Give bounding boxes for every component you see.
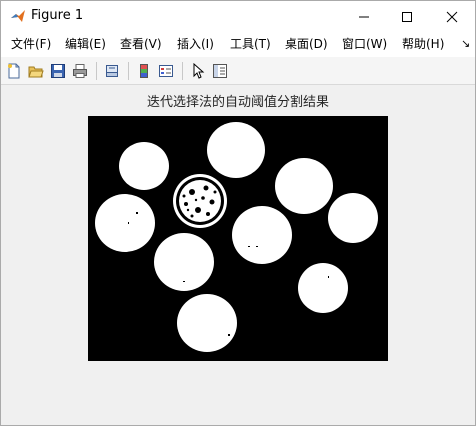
insert-legend-button[interactable] [156, 61, 176, 81]
save-icon [51, 64, 65, 78]
menu-edit[interactable]: 编辑(E) [65, 37, 106, 52]
menu-desktop[interactable]: 桌面(D) [285, 37, 328, 52]
property-inspector-icon [213, 64, 227, 78]
toolbar [1, 57, 475, 85]
toolbar-separator [182, 62, 183, 80]
maximize-icon [401, 11, 412, 22]
link-axes-button[interactable] [102, 61, 122, 81]
insert-colorbar-button[interactable] [134, 61, 154, 81]
window-title: Figure 1 [31, 8, 84, 23]
coin-blob [154, 233, 214, 291]
new-figure-button[interactable] [4, 61, 24, 81]
menu-tools[interactable]: 工具(T) [230, 37, 271, 52]
toolbar-separator [96, 62, 97, 80]
menu-overflow-icon[interactable]: ↘ [461, 37, 470, 50]
menu-file[interactable]: 文件(F) [11, 37, 51, 52]
figure-title: 迭代选择法的自动阈值分割结果 [146, 95, 329, 110]
print-button[interactable] [70, 61, 90, 81]
coin-blob [119, 142, 169, 190]
minimize-icon [358, 16, 369, 17]
segmented-image [88, 116, 388, 361]
matlab-logo-icon [11, 10, 25, 22]
coin-blob [328, 193, 378, 243]
minimize-button[interactable] [341, 1, 386, 32]
menu-window[interactable]: 窗口(W) [342, 37, 387, 52]
close-button[interactable] [429, 1, 474, 32]
open-file-icon [28, 66, 44, 78]
insert-colorbar-icon [140, 64, 148, 78]
coin-blob [95, 194, 155, 252]
link-axes-icon [106, 65, 118, 77]
toolbar-separator [128, 62, 129, 80]
figure-window: Figure 1 文件(F) 编辑(E) 查看(V) 插入(I) 工具(T) 桌… [0, 0, 476, 426]
coin-blob [275, 158, 333, 214]
open-file-button[interactable] [26, 61, 46, 81]
coin-blob [177, 294, 237, 352]
title-bar[interactable]: Figure 1 [1, 1, 475, 32]
menu-help[interactable]: 帮助(H) [402, 37, 444, 52]
menu-insert[interactable]: 插入(I) [177, 37, 214, 52]
edit-plot-button[interactable] [188, 61, 208, 81]
partial-ring-blob [173, 174, 227, 228]
coin-blob [232, 206, 292, 264]
coin-blob [298, 263, 348, 313]
maximize-button[interactable] [384, 1, 429, 32]
menu-view[interactable]: 查看(V) [120, 37, 162, 52]
menu-bar: 文件(F) 编辑(E) 查看(V) 插入(I) 工具(T) 桌面(D) 窗口(W… [1, 32, 475, 57]
new-figure-icon [8, 63, 20, 79]
property-inspector-button[interactable] [210, 61, 230, 81]
insert-legend-icon [159, 65, 173, 77]
edit-plot-pointer-icon [193, 63, 205, 79]
save-button[interactable] [48, 61, 68, 81]
close-icon [446, 11, 457, 22]
coin-blob [207, 122, 265, 178]
binary-image-canvas [88, 116, 388, 361]
print-icon [73, 64, 87, 78]
